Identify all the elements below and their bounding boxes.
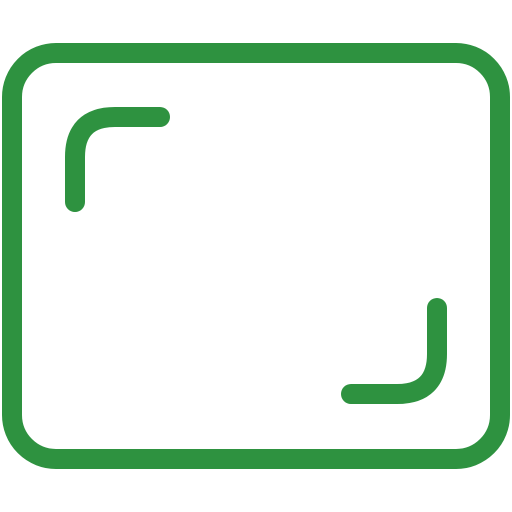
icon-canvas bbox=[0, 0, 512, 512]
frame-outline bbox=[2, 43, 510, 469]
aspect-ratio-icon bbox=[2, 43, 510, 469]
corner-bracket-bottom-right bbox=[341, 298, 447, 404]
corner-bracket-top-left bbox=[65, 107, 170, 212]
